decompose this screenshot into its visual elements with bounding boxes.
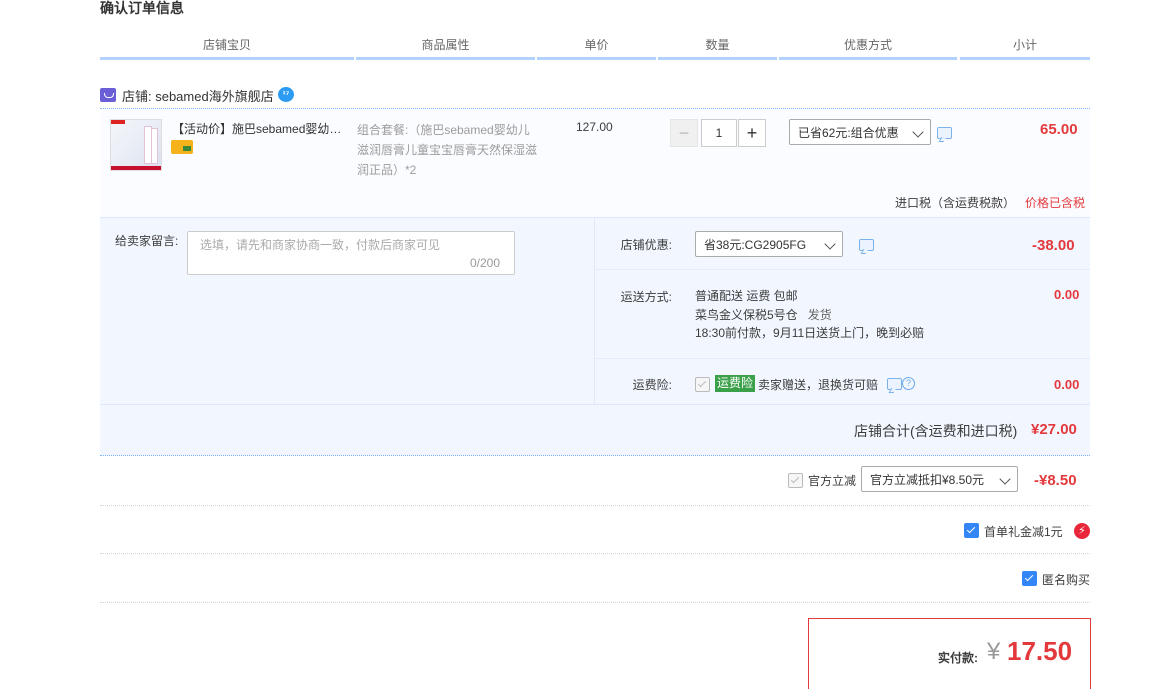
divider [595,269,1090,270]
message-label: 给卖家留言: [115,234,179,248]
first-order-label: 首单礼金减1元 [984,525,1063,539]
column-header-quantity: 数量 [658,36,777,60]
insurance-text: 卖家赠送，退换货可赔 [758,378,879,392]
column-header-discount: 优惠方式 [779,36,957,60]
anonymous-label: 匿名购买 [1042,573,1091,587]
product-name-link[interactable]: 【活动价】施巴sebamed婴幼… [172,120,352,137]
product-thumbnail[interactable] [110,119,162,171]
shipping-label: 运送方式: [620,290,672,304]
column-header-shop-item: 店铺宝贝 [100,36,354,60]
divider [595,358,1090,359]
shop-total-label: 店铺合计(含运费和进口税) [854,423,1018,439]
quantity-increase-button[interactable]: + [738,119,766,147]
anonymous-checkbox[interactable] [1022,571,1037,586]
discount-select[interactable]: 已省62元:组合优惠 [789,119,931,145]
insurance-tag: 运费险 [715,375,756,392]
shipping-amount: 0.00 [1054,287,1080,302]
currency-symbol: ¥ [987,638,1001,665]
shop-discount-chat-icon[interactable] [859,239,874,251]
shipping-info: 普通配送 运费 包邮 菜鸟金义保税5号仓 发货 18:30前付款，9月11日送货… [695,287,924,343]
quantity-input[interactable]: 1 [701,119,737,147]
shop-discount-label: 店铺优惠: [620,238,672,252]
item-subtotal: 65.00 [1040,121,1078,138]
quantity-decrease-button[interactable]: − [670,119,698,147]
divider [100,505,1090,507]
column-header-props: 商品属性 [356,36,535,60]
official-discount-checkbox[interactable] [788,473,803,488]
import-tax-label: 进口税（含运费税款） [895,196,1016,210]
chevron-down-icon [999,473,1011,485]
chevron-down-icon [824,238,836,250]
unit-price: 127.00 [576,120,613,134]
shipping-warehouse: 菜鸟金义保税5号仓 发货 [695,307,832,322]
shop-total-amount: ¥27.00 [1031,421,1077,438]
shop-name[interactable]: 店铺: sebamed海外旗舰店 [122,86,274,105]
column-header-subtotal: 小计 [960,36,1090,60]
insurance-checkbox[interactable] [695,377,710,392]
shipping-method: 普通配送 运费 包邮 [695,289,798,303]
official-discount-amount: -¥8.50 [1034,472,1077,489]
page-title: 确认订单信息 [100,0,184,16]
pay-amount: 17.50 [1007,636,1073,666]
shop-discount-amount: -38.00 [1032,237,1075,254]
divider [100,553,1090,555]
credit-card-icon [171,140,193,154]
insurance-amount: 0.00 [1054,377,1080,392]
wangwang-chat-icon[interactable]: ¹⁷ [278,87,294,102]
divider [100,602,1090,604]
shipping-delivery-promise: 18:30前付款，9月11日送货上门，晚到必赔 [695,326,925,340]
pay-label: 实付款: [938,651,978,665]
chevron-down-icon [912,126,924,138]
import-tax-value: 价格已含税 [1025,196,1086,210]
insurance-label: 运费险: [632,378,672,392]
official-discount-value: 官方立减抵扣¥8.50元 [870,473,985,487]
first-order-checkbox[interactable] [964,523,979,538]
discount-chat-icon[interactable] [937,127,952,139]
divider [100,404,1090,405]
message-char-count: 0/200 [470,256,501,270]
official-discount-label: 官方立减 [808,474,857,488]
column-header-unit-price: 单价 [537,36,656,60]
insurance-chat-icon[interactable] [887,378,902,390]
message-placeholder: 选填，请先和商家协商一致，付款后商家可见 [200,238,441,252]
divider [594,218,595,404]
official-discount-select[interactable]: 官方立减抵扣¥8.50元 [861,466,1018,492]
discount-select-value: 已省62元:组合优惠 [798,126,899,140]
help-icon[interactable]: ? [902,377,915,390]
shop-discount-value: 省38元:CG2905FG [704,238,807,252]
shop-icon [100,88,116,102]
shop-discount-select[interactable]: 省38元:CG2905FG [695,231,843,257]
product-props: 组合套餐:（施巴sebamed婴幼儿滋润唇膏儿童宝宝唇膏天然保湿滋润正品）*2 [357,123,538,177]
lightning-icon: ⚡ [1074,523,1090,539]
